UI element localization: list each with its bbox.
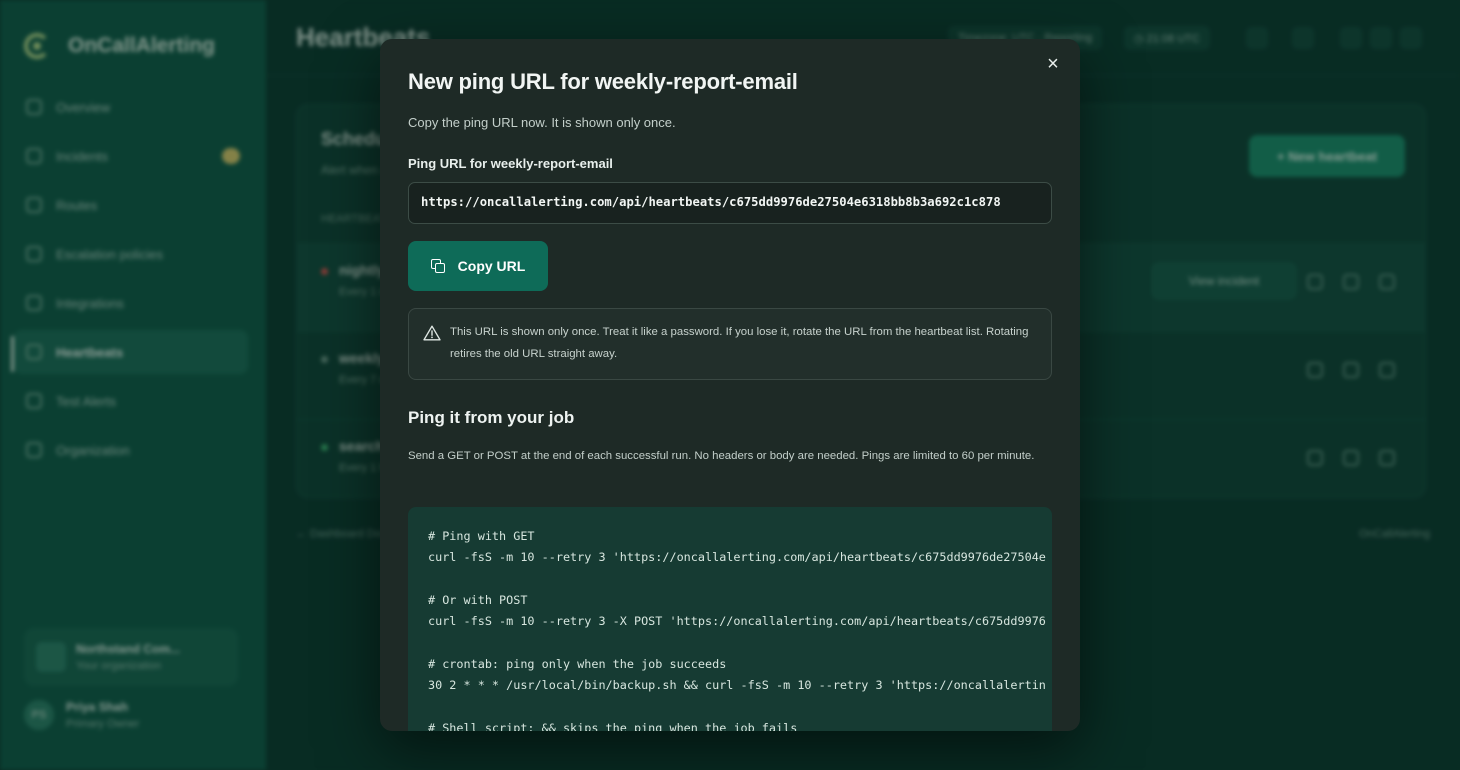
copy-url-label: Copy URL bbox=[457, 258, 526, 274]
copy-url-button[interactable]: Copy URL bbox=[408, 241, 548, 291]
ping-url-dialog: × New ping URL for weekly-report-email C… bbox=[380, 39, 1080, 731]
dialog-title: New ping URL for weekly-report-email bbox=[408, 69, 798, 94]
ping-url-label: Ping URL for weekly-report-email bbox=[408, 156, 613, 171]
warning-callout: This URL is shown only once. Treat it li… bbox=[408, 308, 1052, 380]
warning-text: This URL is shown only once. Treat it li… bbox=[450, 326, 1029, 360]
copy-icon bbox=[430, 258, 446, 274]
section-text: Send a GET or POST at the end of each su… bbox=[408, 450, 1035, 462]
ping-url-field[interactable]: https://oncallalerting.com/api/heartbeat… bbox=[408, 182, 1052, 224]
code-line: # Shell script: && skips the ping when t… bbox=[428, 720, 798, 731]
code-line: curl -fsS -m 10 --retry 3 -X POST 'https… bbox=[428, 614, 1046, 629]
warning-icon bbox=[423, 325, 441, 341]
code-line: # Ping with GET bbox=[428, 529, 535, 543]
code-line: # crontab: ping only when the job succee… bbox=[428, 656, 727, 671]
code-line: 30 2 * * * /usr/local/bin/backup.sh && c… bbox=[428, 678, 1046, 693]
code-line: # Or with POST bbox=[428, 592, 528, 607]
code-snippet[interactable]: # Ping with GET curl -fsS -m 10 --retry 3… bbox=[408, 507, 1052, 731]
close-icon[interactable]: × bbox=[1040, 51, 1066, 77]
section-title: Ping it from your job bbox=[408, 408, 575, 427]
dialog-description: Copy the ping URL now. It is shown only … bbox=[408, 115, 676, 130]
code-line: curl -fsS -m 10 --retry 3 'https://oncal… bbox=[428, 550, 1046, 565]
